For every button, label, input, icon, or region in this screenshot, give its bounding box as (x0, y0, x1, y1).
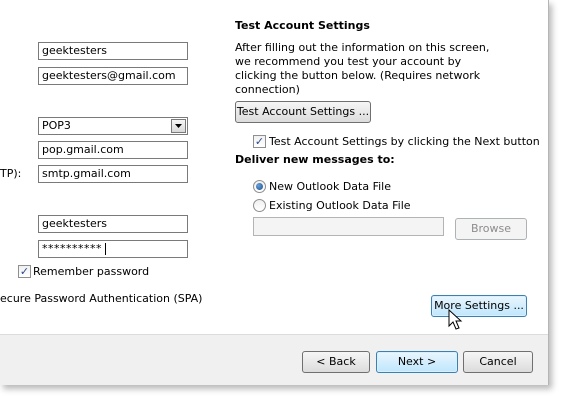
cancel-button[interactable]: Cancel (463, 351, 533, 373)
outgoing-server-field[interactable]: smtp.gmail.com (38, 165, 188, 183)
existing-data-file-radio[interactable] (253, 199, 266, 212)
test-settings-title: Test Account Settings (235, 19, 370, 32)
radio-selected-dot (256, 183, 263, 190)
next-button[interactable]: Next > (376, 351, 458, 373)
email-address-field[interactable]: geektesters@gmail.com (38, 67, 188, 85)
test-by-next-label: Test Account Settings by clicking the Ne… (269, 135, 540, 148)
deliver-messages-heading: Deliver new messages to: (235, 153, 395, 166)
remember-password-label: Remember password (33, 265, 150, 278)
back-button[interactable]: < Back (302, 351, 370, 373)
outgoing-server-label: TP): (0, 167, 22, 180)
dropdown-arrow-button[interactable] (171, 119, 186, 133)
test-by-next-checkbox[interactable]: ✓ (253, 135, 266, 148)
more-settings-button[interactable]: More Settings ... (431, 295, 527, 317)
wizard-footer: < Back Next > Cancel (0, 334, 548, 385)
test-settings-description: After filling out the information on thi… (235, 41, 490, 96)
user-name-field[interactable]: geektesters (38, 215, 188, 233)
incoming-server-field[interactable]: pop.gmail.com (38, 141, 188, 159)
triangle-down-icon (175, 124, 182, 128)
spa-label: ecure Password Authentication (SPA) (0, 292, 203, 305)
text-cursor (105, 243, 106, 255)
account-type-select[interactable]: POP3 (38, 117, 188, 135)
new-data-file-label: New Outlook Data File (269, 180, 391, 193)
checkmark-icon: ✓ (254, 135, 265, 148)
mouse-pointer-arrow-icon (448, 309, 463, 330)
test-account-settings-button[interactable]: Test Account Settings ... (235, 101, 371, 123)
existing-data-file-label: Existing Outlook Data File (269, 199, 411, 212)
your-name-field[interactable]: geektesters (38, 42, 188, 60)
checkmark-icon: ✓ (19, 265, 30, 278)
password-field[interactable]: ********** (38, 240, 188, 258)
existing-file-path-field[interactable] (253, 217, 444, 236)
account-settings-window: geektesters geektesters@gmail.com POP3 p… (0, 0, 549, 385)
new-data-file-radio[interactable] (253, 180, 266, 193)
browse-button[interactable]: Browse (455, 218, 527, 240)
remember-password-checkbox[interactable]: ✓ (18, 265, 31, 278)
